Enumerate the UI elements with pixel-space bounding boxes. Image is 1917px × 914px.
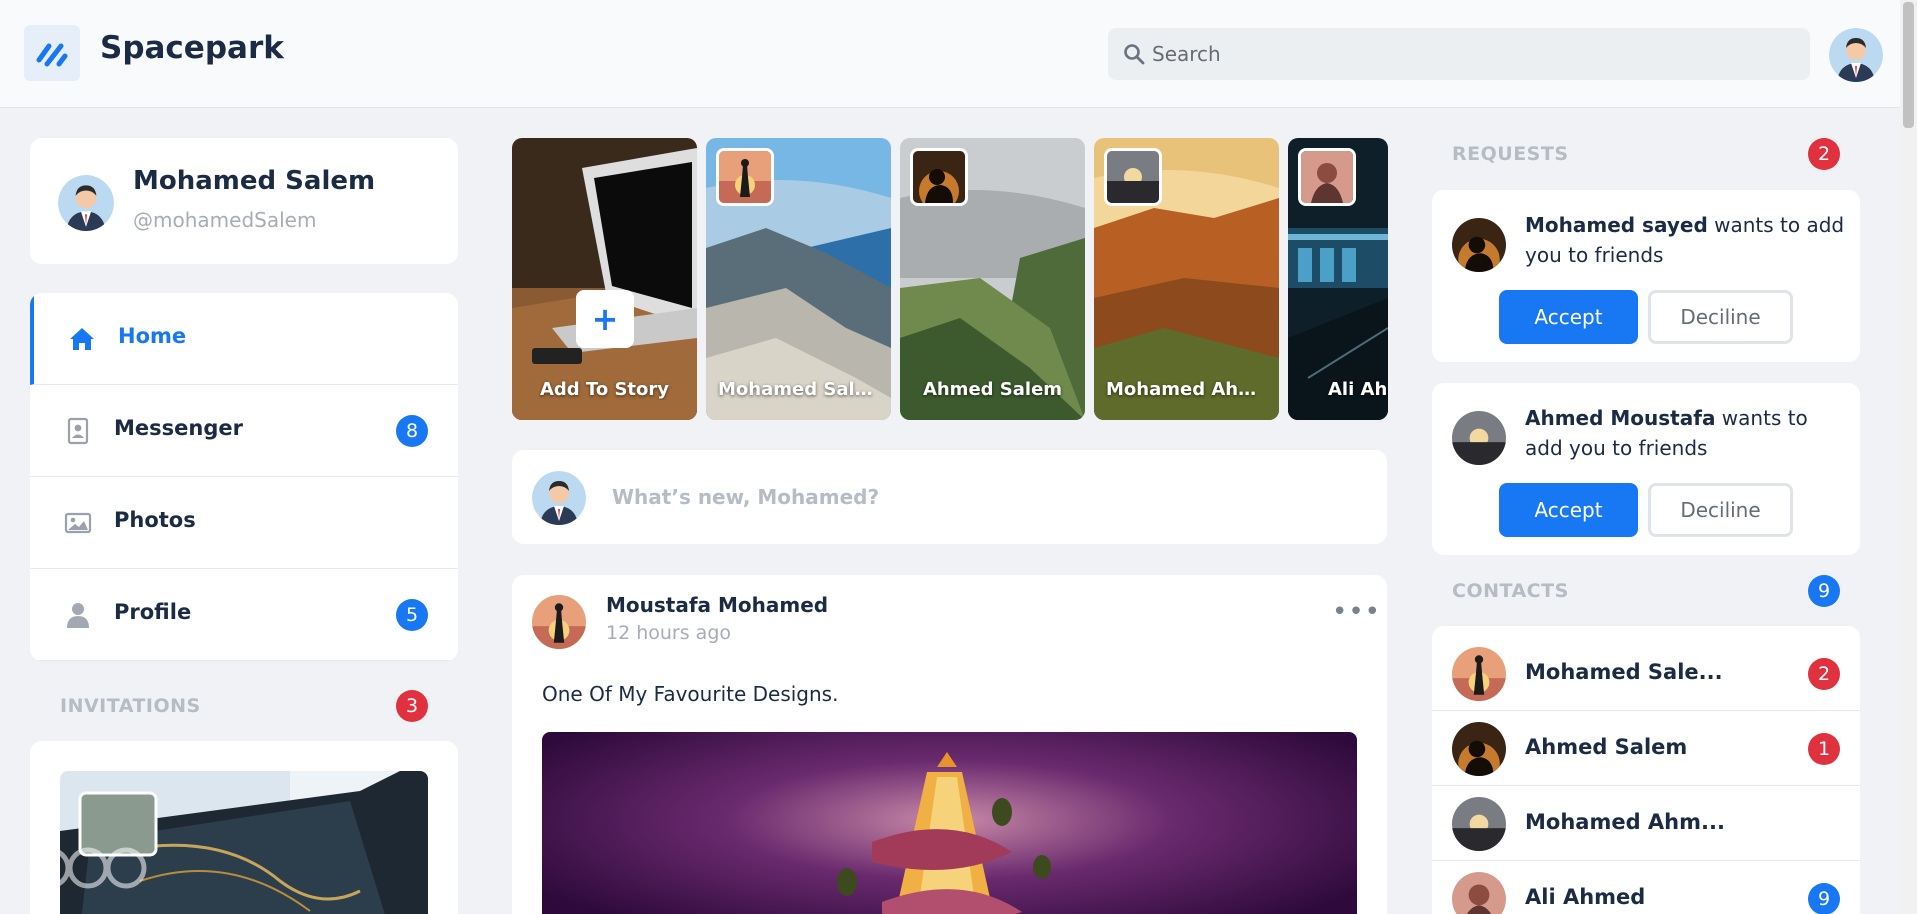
- story-item[interactable]: Mohamed Salem: [706, 138, 891, 420]
- story-item[interactable]: Ahmed Salem: [900, 138, 1085, 420]
- sidebar-item-home[interactable]: Home: [30, 293, 458, 385]
- contact-name: Mohamed Sale...: [1525, 660, 1723, 684]
- sidebar-item-messenger[interactable]: Messenger 8: [30, 385, 458, 477]
- watermark-logo: [29, 847, 147, 889]
- invitations-count-badge: 3: [396, 690, 428, 722]
- messenger-count-badge: 8: [396, 415, 428, 447]
- page-scrollbar[interactable]: [1900, 0, 1917, 914]
- unread-badge: 1: [1808, 733, 1840, 765]
- post-composer[interactable]: [512, 450, 1387, 544]
- profile-handle: @mohamedSalem: [133, 208, 317, 232]
- user-avatar[interactable]: [1829, 28, 1883, 82]
- story-avatar: [910, 148, 968, 206]
- avatar[interactable]: [532, 595, 586, 649]
- profile-name[interactable]: Mohamed Salem: [133, 166, 375, 196]
- contacts-list: Mohamed Sale... 2 Ahmed Salem 1 Mohamed …: [1432, 626, 1860, 914]
- avatar: [1452, 647, 1506, 701]
- sidebar-item-label: Photos: [114, 508, 196, 532]
- sidebar-item-label: Messenger: [114, 416, 243, 440]
- story-image: [512, 138, 697, 420]
- decline-button[interactable]: Deciline: [1648, 483, 1793, 537]
- more-options-icon[interactable]: •••: [1332, 597, 1381, 627]
- profile-card[interactable]: Mohamed Salem @mohamedSalem: [30, 138, 458, 264]
- story-label: Mohamed Ahmed: [1106, 379, 1279, 400]
- story-label: Ahmed Salem: [922, 379, 1063, 400]
- sidebar-item-label: Profile: [114, 600, 192, 624]
- decline-button[interactable]: Deciline: [1648, 290, 1793, 344]
- app-logo[interactable]: [24, 25, 80, 81]
- story-avatar: [716, 148, 774, 206]
- contact-item[interactable]: Mohamed Sale... 2: [1432, 636, 1860, 711]
- friend-request-card: Mohamed sayed wants to add you to friend…: [1432, 190, 1860, 362]
- post-composer-input[interactable]: [612, 472, 1352, 522]
- story-label: Add To Story: [539, 379, 670, 400]
- story-avatar: [1298, 148, 1356, 206]
- contact-name: Ali Ahmed: [1525, 885, 1646, 909]
- search-bar[interactable]: [1108, 28, 1810, 80]
- avatar: [1452, 722, 1506, 776]
- request-name[interactable]: Mohamed sayed: [1525, 213, 1708, 237]
- contact-item[interactable]: Ali Ahmed 9: [1432, 861, 1860, 914]
- contact-item[interactable]: Mohamed Ahm...: [1432, 786, 1860, 861]
- avatar: [1452, 872, 1506, 914]
- contact-item[interactable]: Ahmed Salem 1: [1432, 711, 1860, 786]
- unread-badge: 2: [1808, 658, 1840, 690]
- contacts-count-badge: 9: [1808, 575, 1840, 607]
- user-icon: [67, 603, 89, 628]
- contact-name: Mohamed Ahm...: [1525, 810, 1725, 834]
- post-image[interactable]: [542, 732, 1357, 914]
- home-icon: [70, 328, 94, 350]
- sidebar-item-label: Home: [118, 324, 187, 348]
- scrollbar-thumb[interactable]: [1903, 2, 1914, 128]
- story-label: Mohamed Salem: [718, 379, 886, 400]
- contacts-title: CONTACTS: [1452, 580, 1569, 602]
- request-message: Mohamed sayed wants to add you to friend…: [1525, 210, 1845, 270]
- add-story-icon[interactable]: +: [576, 290, 634, 348]
- avatar[interactable]: [1452, 218, 1506, 272]
- avatar: [1452, 797, 1506, 851]
- profile-count-badge: 5: [396, 599, 428, 631]
- story-avatar: [1104, 148, 1162, 206]
- unread-badge: 9: [1808, 883, 1840, 914]
- avatar[interactable]: [1452, 411, 1506, 465]
- sidebar-item-photos[interactable]: Photos: [30, 477, 458, 569]
- avatar: [532, 471, 586, 525]
- sidebar-item-profile[interactable]: Profile 5: [30, 569, 458, 661]
- story-add[interactable]: + Add To Story: [512, 138, 697, 420]
- post-time: 12 hours ago: [606, 622, 732, 644]
- story-item[interactable]: Mohamed Ahmed: [1094, 138, 1279, 420]
- contact-book-icon: [67, 417, 89, 445]
- requests-count-badge: 2: [1808, 138, 1840, 170]
- request-message: Ahmed Moustafa wants to add you to frien…: [1525, 403, 1845, 463]
- requests-title: REQUESTS: [1452, 143, 1569, 165]
- friend-request-card: Ahmed Moustafa wants to add you to frien…: [1432, 383, 1860, 555]
- image-icon: [64, 512, 92, 534]
- search-input[interactable]: [1152, 28, 1792, 80]
- story-item[interactable]: Ali Ahmed: [1288, 138, 1388, 420]
- accept-button[interactable]: Accept: [1499, 483, 1638, 537]
- request-name[interactable]: Ahmed Moustafa: [1525, 406, 1715, 430]
- post-card: Moustafa Mohamed 12 hours ago ••• One Of…: [512, 575, 1387, 914]
- app-name[interactable]: Spacepark: [100, 30, 284, 66]
- contact-name: Ahmed Salem: [1525, 735, 1688, 759]
- invitations-title: INVITATIONS: [60, 695, 201, 717]
- top-header: Spacepark: [0, 0, 1917, 108]
- avatar[interactable]: [58, 175, 114, 231]
- story-label: Ali Ahmed: [1328, 379, 1388, 400]
- logo-icon: [36, 43, 68, 67]
- accept-button[interactable]: Accept: [1499, 290, 1638, 344]
- sidebar-nav: Home Messenger 8 Photos Profile 5: [30, 293, 458, 661]
- post-author[interactable]: Moustafa Mohamed: [606, 593, 828, 617]
- search-icon: [1124, 44, 1145, 65]
- post-text: One Of My Favourite Designs.: [542, 682, 839, 706]
